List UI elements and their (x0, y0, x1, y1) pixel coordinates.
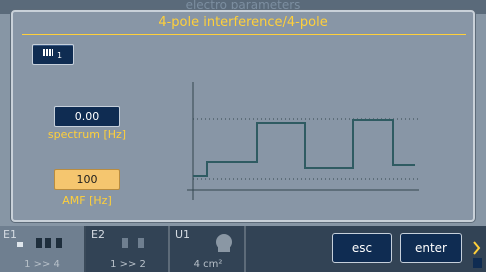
ultrasound-head-icon (216, 234, 232, 252)
channel-grid-icon (43, 49, 53, 56)
tile-footer: 1 >> 2 (110, 259, 146, 270)
tile-id: E2 (91, 228, 105, 241)
esc-button[interactable]: esc (332, 233, 392, 263)
tile-id: U1 (175, 228, 191, 241)
dialog-title: 4-pole interference/4-pole (158, 15, 328, 30)
amf-label: AMF [Hz] (62, 194, 112, 207)
channel-number: 1 (57, 51, 63, 60)
output-tile-e1[interactable]: E1 1 >> 4 (0, 226, 86, 272)
output-tile-e2[interactable]: E2 1 >> 2 (88, 226, 170, 272)
tile-footer: 4 cm² (193, 259, 223, 270)
waveform-graph (187, 82, 419, 200)
amf-field[interactable]: 100 (54, 169, 120, 190)
enter-button[interactable]: enter (400, 233, 462, 263)
waveform-line (193, 119, 415, 177)
spectrum-label: spectrum [Hz] (47, 128, 127, 141)
dialog: 4-pole interference/4-pole 1 0.00 spectr… (11, 10, 475, 222)
tile-footer: 1 >> 4 (24, 259, 60, 270)
expand-arrow-icon[interactable] (468, 238, 484, 270)
channel-button[interactable]: 1 (32, 44, 74, 65)
electrodes-icon (17, 238, 62, 248)
spectrum-field[interactable]: 0.00 (54, 106, 120, 127)
title-divider (22, 34, 466, 35)
background-title: electro parameters (185, 0, 301, 12)
output-tile-u1[interactable]: U1 4 cm² (172, 226, 246, 272)
electrodes-icon (122, 238, 144, 248)
